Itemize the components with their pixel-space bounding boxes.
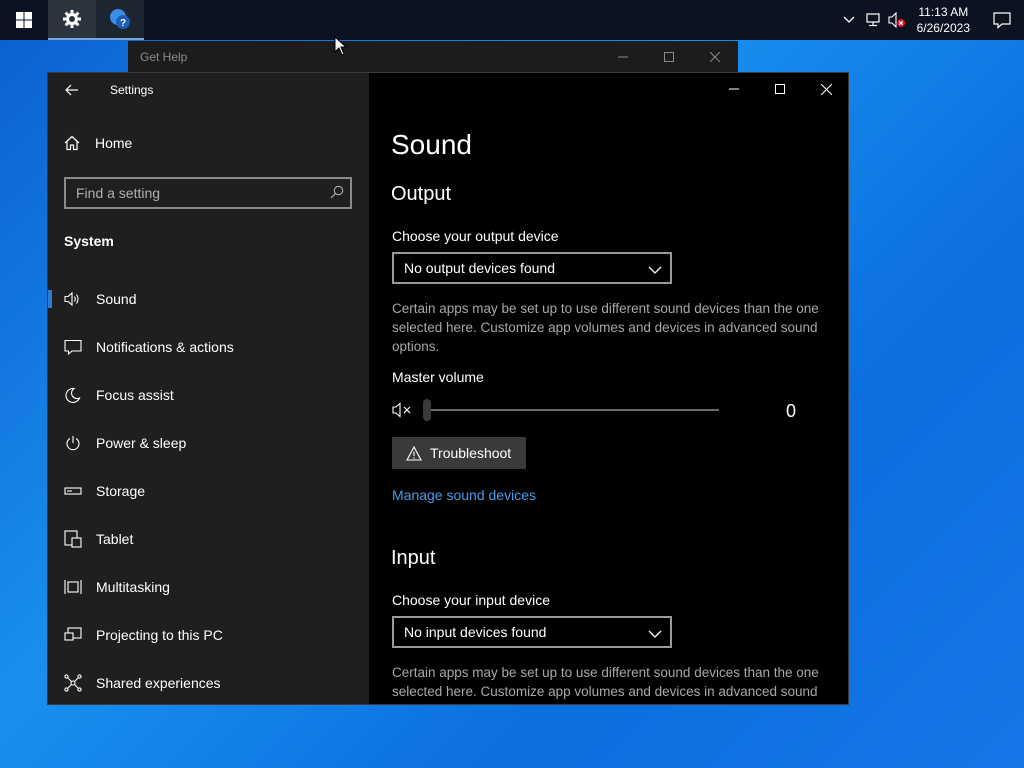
manage-sound-devices-link[interactable]: Manage sound devices [392,487,536,503]
back-button[interactable] [58,79,86,101]
sidebar-item-label: Sound [96,291,137,307]
output-heading: Output [391,183,452,205]
troubleshoot-button[interactable]: Troubleshoot [392,437,526,469]
settings-sidebar: Settings Home System Sound [48,73,369,704]
taskbar-get-help-app[interactable]: ? [96,0,144,40]
taskbar: ? 11:13 AM 6/26/2023 [0,0,1024,40]
svg-text:?: ? [120,18,126,29]
maximize-icon [775,84,785,94]
moon-icon [64,386,82,404]
maximize-button[interactable] [757,73,803,105]
sidebar-item-label: Multitasking [96,579,170,595]
sidebar-item-label: Storage [96,483,146,499]
get-help-window[interactable]: Get Help [128,41,738,73]
start-button[interactable] [0,0,48,40]
action-center-button[interactable] [980,0,1024,40]
sidebar-item-notifications[interactable]: Notifications & actions [48,323,369,371]
get-help-maximize-button[interactable] [646,41,692,73]
sidebar-item-label: Tablet [96,531,134,547]
volume-value: 0 [786,401,797,421]
section-title: System [64,233,114,249]
back-arrow-icon [65,84,78,96]
sidebar-item-storage[interactable]: Storage [48,467,369,515]
output-device-label: Choose your output device [392,228,559,244]
input-device-dropdown[interactable]: No input devices found [392,616,672,648]
sidebar-item-sound[interactable]: Sound [48,275,369,323]
volume-slider-thumb[interactable] [423,399,431,421]
sidebar-item-multitasking[interactable]: Multitasking [48,563,369,611]
master-volume-label: Master volume [392,369,484,385]
get-help-close-button[interactable] [692,41,738,73]
volume-mute-icon[interactable] [392,401,414,424]
sidebar-item-label: Focus assist [96,387,174,403]
output-device-value: No output devices found [404,260,555,276]
settings-titlebar: Settings [48,73,369,107]
taskbar-settings-app[interactable] [48,0,96,40]
windows-logo-icon [16,12,32,28]
sidebar-item-shared-experiences[interactable]: Shared experiences [48,659,369,704]
sidebar-item-projecting[interactable]: Projecting to this PC [48,611,369,659]
input-description: Certain apps may be set up to use differ… [392,665,819,704]
home-icon [64,135,80,151]
sidebar-item-focus-assist[interactable]: Focus assist [48,371,369,419]
sound-page: Sound Output Choose your output device N… [369,73,848,704]
app-title: Settings [110,83,154,97]
notification-icon [993,12,1011,29]
close-icon [820,83,832,95]
home-label: Home [95,135,133,151]
output-device-dropdown[interactable]: No output devices found [392,252,672,284]
find-setting-box[interactable] [64,177,352,209]
sidebar-item-label: Power & sleep [96,435,187,451]
minimize-button[interactable] [711,73,757,105]
multitasking-icon [64,578,82,596]
clock-date: 6/26/2023 [916,21,970,35]
speaker-icon [64,290,82,308]
clock-time: 11:13 AM [918,5,969,19]
projecting-icon [64,626,82,644]
sidebar-item-tablet[interactable]: Tablet [48,515,369,563]
shared-experiences-icon [64,674,82,692]
system-tray: 11:13 AM 6/26/2023 [837,0,1024,40]
get-help-minimize-button[interactable] [600,41,646,73]
tablet-icon [64,530,82,548]
notification-icon [64,338,82,356]
warning-icon [406,445,422,461]
page-title: Sound [391,129,472,160]
input-device-label: Choose your input device [392,592,550,608]
storage-icon [64,482,82,500]
settings-nav-list: Sound Notifications & actions Focus assi… [48,275,369,704]
sidebar-item-label: Projecting to this PC [96,627,223,643]
sidebar-item-power-sleep[interactable]: Power & sleep [48,419,369,467]
power-icon [64,434,82,452]
sidebar-item-label: Shared experiences [96,675,221,691]
output-description: Certain apps may be set up to use differ… [392,301,819,354]
minimize-icon [729,88,739,90]
mouse-cursor-icon [334,36,348,56]
chevron-down-icon [648,262,662,278]
get-help-icon: ? [110,9,130,29]
volume-muted-tray-icon[interactable] [885,0,909,40]
get-help-title: Get Help [140,50,188,64]
master-volume-control: 0 [392,399,812,423]
settings-window: Settings Home System Sound [47,72,849,705]
input-heading: Input [391,547,436,569]
home-nav-item[interactable]: Home [64,135,132,151]
gear-icon [63,10,81,28]
sidebar-item-label: Notifications & actions [96,339,234,355]
troubleshoot-label: Troubleshoot [430,445,512,461]
close-button[interactable] [803,73,848,105]
input-device-value: No input devices found [404,624,547,640]
network-icon[interactable] [861,0,885,40]
chevron-up-icon[interactable] [837,0,861,40]
chevron-down-icon [648,626,662,642]
search-icon[interactable] [330,185,344,204]
clock[interactable]: 11:13 AM 6/26/2023 [909,4,980,36]
volume-slider-track[interactable] [427,409,719,411]
search-input[interactable] [66,179,316,207]
